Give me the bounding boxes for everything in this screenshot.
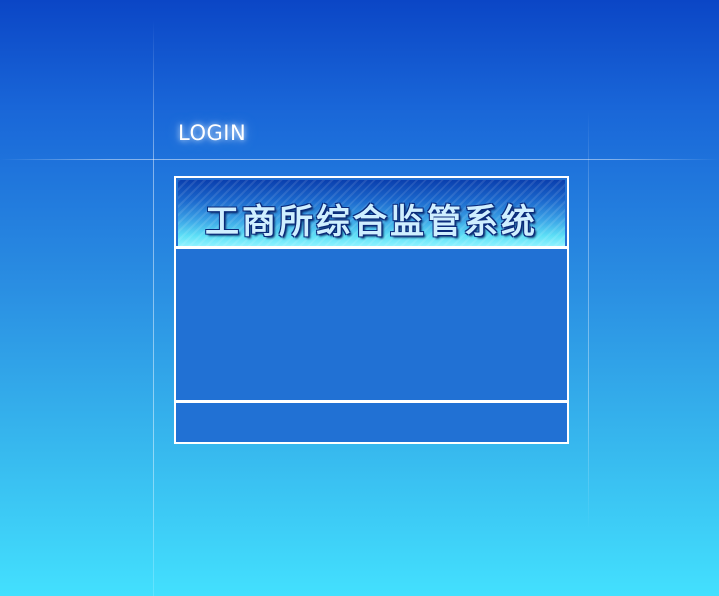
login-footer-area — [178, 403, 565, 440]
system-banner: 工商所综合监管系统 — [178, 180, 565, 246]
decorative-vertical-line-left — [153, 20, 154, 596]
login-heading: LOGIN — [178, 121, 247, 145]
decorative-horizontal-line — [0, 159, 719, 160]
decorative-vertical-line-right — [588, 110, 589, 530]
system-name-title: 工商所综合监管系统 — [205, 202, 538, 242]
login-form-area — [178, 249, 565, 400]
login-panel: 工商所综合监管系统 — [174, 176, 569, 444]
